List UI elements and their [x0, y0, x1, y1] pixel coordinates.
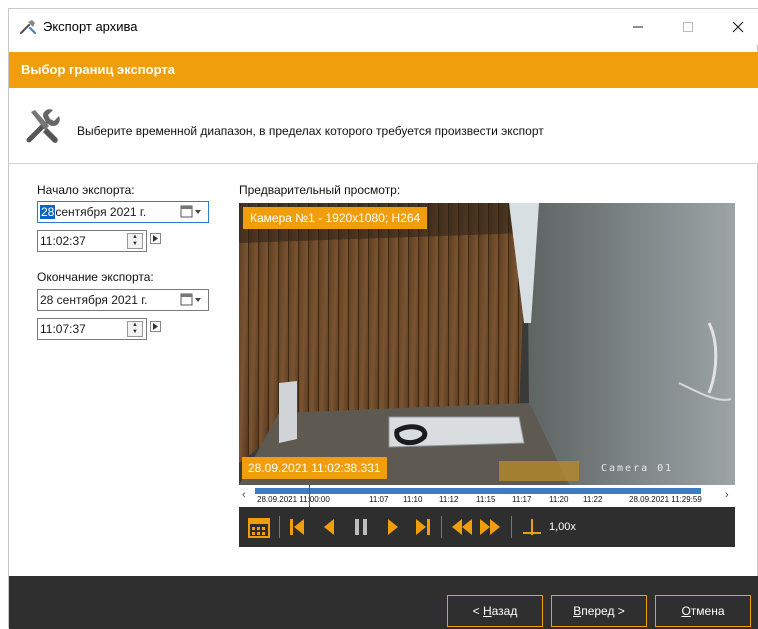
end-date-field[interactable]: 28 сентября 2021 г. — [37, 289, 209, 311]
description-text: Выберите временной диапазон, в пределах … — [77, 124, 544, 138]
end-label: Окончание экспорта: — [37, 270, 154, 284]
speed-slider-icon — [523, 519, 541, 535]
start-goto-button[interactable] — [150, 233, 161, 244]
export-archive-window: Экспорт архива Выбор границ экспорта Выб… — [8, 8, 758, 629]
maximize-button[interactable] — [665, 9, 711, 45]
playback-speed: 1,00x — [549, 521, 576, 533]
rewind-icon — [452, 519, 472, 535]
timeline-tick: 11:20 — [549, 495, 569, 504]
pause-icon — [355, 519, 367, 535]
end-time-spinner[interactable]: ▲ ▼ — [127, 321, 143, 337]
spin-up-icon[interactable]: ▲ — [128, 322, 142, 329]
go-to-end-button[interactable] — [413, 515, 433, 539]
end-date-value: 28 сентября 2021 г. — [40, 293, 148, 307]
start-time-value: 11:02:37 — [40, 234, 86, 248]
step-back-icon — [324, 519, 334, 535]
start-time-spinner[interactable]: ▲ ▼ — [127, 233, 143, 249]
skip-to-start-icon — [290, 519, 304, 535]
divider — [439, 515, 443, 539]
pause-button[interactable] — [351, 515, 371, 539]
back-button[interactable]: < Назад — [447, 595, 543, 627]
maximize-icon — [683, 22, 693, 32]
wizard-footer: < Назад Вперед > Отмена — [9, 576, 758, 629]
preview-label: Предварительный просмотр: — [239, 183, 401, 197]
start-label: Начало экспорта: — [37, 183, 135, 197]
start-date-rest: сентября 2021 г. — [55, 205, 147, 219]
go-to-start-button[interactable] — [287, 515, 307, 539]
camera-info-badge: Камера №1 - 1920x1080; H264 — [243, 207, 428, 229]
window-title: Экспорт архива — [43, 19, 138, 34]
minimize-button[interactable] — [615, 9, 661, 45]
end-goto-button[interactable] — [150, 321, 161, 332]
timeline-end-label: 28.09.2021 11:29:59 — [629, 495, 702, 504]
spin-up-icon[interactable]: ▲ — [128, 234, 142, 241]
video-frame[interactable]: Камера №1 - 1920x1080; H264 28.09.2021 1… — [239, 203, 735, 485]
back-accelerator: Н — [482, 604, 492, 618]
calendar-dropdown-icon — [180, 293, 201, 306]
speed-slider[interactable] — [521, 515, 543, 539]
fast-forward-button[interactable] — [477, 515, 503, 539]
start-date-day: 28 — [40, 205, 56, 219]
rewind-button[interactable] — [449, 515, 475, 539]
play-small-icon — [153, 323, 158, 330]
timeline-tick: 11:17 — [512, 495, 532, 504]
divider — [509, 515, 513, 539]
video-player: Камера №1 - 1920x1080; H264 28.09.2021 1… — [239, 203, 735, 547]
tools-app-icon — [19, 20, 37, 35]
back-label: азад — [491, 604, 518, 618]
close-button[interactable] — [715, 9, 758, 45]
timeline-right-arrow-icon[interactable]: › — [725, 489, 729, 501]
spin-down-icon[interactable]: ▼ — [128, 241, 142, 248]
cancel-label: тмена — [690, 604, 725, 618]
step-title: Выбор границ экспорта — [9, 52, 758, 88]
step-back-button[interactable] — [319, 515, 339, 539]
minimize-icon — [633, 26, 643, 28]
timeline-left-arrow-icon[interactable]: ‹ — [242, 489, 246, 501]
start-time-field[interactable]: 11:02:37 ▲ ▼ — [37, 230, 147, 252]
timeline-start-label: 28.09.2021 11:00:00 — [257, 495, 330, 504]
close-icon — [732, 21, 744, 33]
calendar-dropdown-icon — [180, 205, 201, 218]
end-calendar-button[interactable] — [180, 293, 202, 307]
skip-to-end-icon — [416, 519, 430, 535]
playback-controls: 1,00x — [239, 507, 735, 547]
calendar-icon — [248, 518, 270, 538]
timeline-tick: 11:22 — [583, 495, 603, 504]
timeline[interactable]: ‹ 28.09.2021 11:00:00 11:07 11:10 11:12 … — [239, 485, 735, 507]
description-panel: Выберите временной диапазон, в пределах … — [9, 88, 758, 164]
back-prefix: < — [472, 604, 483, 618]
divider — [277, 515, 281, 539]
play-button[interactable] — [383, 515, 403, 539]
calendar-button[interactable] — [247, 515, 271, 539]
frame-timestamp-badge: 28.09.2021 11:02:38.331 — [242, 457, 387, 479]
title-bar: Экспорт архива — [9, 9, 758, 45]
cancel-accelerator: О — [681, 604, 691, 618]
end-time-value: 11:07:37 — [40, 322, 86, 336]
start-date-field[interactable]: 28 сентября 2021 г. — [37, 201, 209, 223]
next-accelerator: В — [573, 604, 582, 618]
timeline-tick: 11:10 — [403, 495, 423, 504]
end-time-field[interactable]: 11:07:37 ▲ ▼ — [37, 318, 147, 340]
cancel-button[interactable]: Отмена — [655, 595, 751, 627]
next-label: перед > — [581, 604, 625, 618]
timeline-tick: 11:15 — [476, 495, 496, 504]
tools-icon — [26, 109, 60, 143]
spin-down-icon[interactable]: ▼ — [128, 329, 142, 336]
timeline-tick: 11:07 — [369, 495, 389, 504]
start-calendar-button[interactable] — [180, 205, 202, 219]
camera-osd-label: Camera 01 — [601, 463, 674, 474]
next-button[interactable]: Вперед > — [551, 595, 647, 627]
timeline-tick: 11:12 — [439, 495, 459, 504]
fast-forward-icon — [480, 519, 500, 535]
play-small-icon — [153, 235, 158, 242]
timeline-range-bar[interactable] — [255, 488, 701, 494]
camera-frame-image — [239, 203, 735, 485]
play-icon — [388, 519, 398, 535]
